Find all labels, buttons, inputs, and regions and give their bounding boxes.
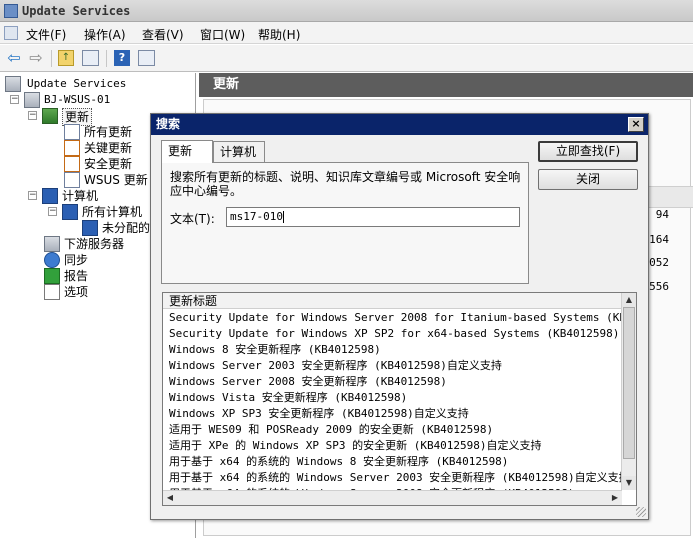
result-row[interactable]: 用于基于 x64 的系统的 Windows 8 安全更新程序 (KB401259…	[163, 454, 622, 470]
menu-file[interactable]: 文件(F)	[26, 26, 66, 43]
report-icon	[44, 268, 60, 284]
search-description: 搜索所有更新的标题、说明、知识库文章编号或 Microsoft 安全响应中心编号…	[170, 170, 521, 198]
pane-header: 更新	[199, 73, 693, 97]
result-row[interactable]: Windows Vista 安全更新程序 (KB4012598)	[163, 390, 622, 406]
document-icon	[64, 124, 80, 140]
result-row[interactable]: Windows XP SP3 安全更新程序 (KB4012598)自定义支持	[163, 406, 622, 422]
text-field-label: 文本(T):	[170, 212, 215, 226]
tree-node-label: 下游服务器	[64, 237, 125, 251]
collapse-icon[interactable]: −	[48, 207, 57, 216]
system-menu-icon[interactable]	[4, 26, 18, 40]
scroll-left-icon[interactable]: ◀	[163, 491, 177, 505]
search-dialog: 搜索 × 更新 计算机 搜索所有更新的标题、说明、知识库文章编号或 Micros…	[150, 113, 649, 520]
menu-action[interactable]: 操作(A)	[84, 26, 126, 43]
menu-view[interactable]: 查看(V)	[142, 26, 184, 43]
toolbar: ⇦ ⇨ ↑ ?	[0, 45, 693, 72]
tab-updates[interactable]: 更新	[161, 140, 213, 163]
menubar: 文件(F) 操作(A) 查看(V) 窗口(W) 帮助(H)	[0, 22, 693, 44]
tree-node-label: 同步	[64, 253, 89, 267]
security-update-icon	[64, 156, 80, 172]
dialog-title: 搜索	[151, 114, 648, 135]
results-list: 更新标题 Security Update for Windows Server …	[162, 292, 637, 506]
updates-icon	[42, 108, 58, 124]
menu-help[interactable]: 帮助(H)	[258, 26, 300, 43]
close-button[interactable]: 关闭	[538, 169, 638, 190]
result-row[interactable]: Windows 8 安全更新程序 (KB4012598)	[163, 342, 622, 358]
result-row[interactable]: 适用于 XPe 的 Windows XP SP3 的安全更新 (KB401259…	[163, 438, 622, 454]
collapse-icon[interactable]: −	[28, 111, 37, 120]
search-input[interactable]: ms17-010	[226, 207, 520, 227]
scroll-down-icon[interactable]: ▼	[622, 476, 636, 490]
vertical-scrollbar[interactable]: ▲ ▼	[621, 293, 636, 490]
result-row[interactable]: Windows Server 2008 安全更新程序 (KB4012598)	[163, 374, 622, 390]
computers-icon	[42, 188, 58, 204]
tree-node-label: 所有计算机	[82, 205, 143, 219]
window-titlebar: Update Services	[0, 0, 693, 22]
sync-icon	[44, 252, 60, 268]
tab-panel: 搜索所有更新的标题、说明、知识库文章编号或 Microsoft 安全响应中心编号…	[161, 162, 529, 284]
toolbar-divider	[51, 50, 52, 67]
result-row[interactable]: Security Update for Windows XP SP2 for x…	[163, 326, 622, 342]
column-header	[644, 186, 693, 208]
results-column-header[interactable]: 更新标题	[163, 293, 622, 309]
computer-group-icon	[82, 220, 98, 236]
text-caret	[282, 211, 284, 223]
tree-node-label: 报告	[64, 269, 89, 283]
scroll-up-icon[interactable]: ▲	[622, 293, 636, 307]
collapse-icon[interactable]: −	[28, 191, 37, 200]
back-arrow-icon[interactable]: ⇦	[4, 49, 24, 67]
toolbar-divider	[106, 50, 107, 67]
tree-node-label: BJ-WSUS-01	[44, 93, 111, 106]
count-value: 556	[649, 280, 669, 293]
tree-node-label: 关键更新	[84, 141, 133, 155]
horizontal-scrollbar[interactable]: ◀ ▶	[163, 490, 622, 505]
document-icon	[64, 172, 80, 188]
tree-node-label: 计算机	[62, 189, 99, 203]
scroll-right-icon[interactable]: ▶	[608, 491, 622, 505]
server-icon	[24, 92, 40, 108]
scroll-thumb[interactable]	[623, 307, 635, 459]
result-row[interactable]: Windows Server 2003 安全更新程序 (KB4012598)自定…	[163, 358, 622, 374]
tree-node-label: 安全更新	[84, 157, 133, 171]
count-value: 164	[649, 233, 669, 246]
tree-node-root[interactable]: Update Services	[5, 76, 195, 92]
help-icon[interactable]: ?	[114, 50, 130, 66]
menu-window[interactable]: 窗口(W)	[200, 26, 245, 43]
critical-update-icon	[64, 140, 80, 156]
count-value: 052	[649, 256, 669, 269]
result-row[interactable]: Security Update for Windows Server 2008 …	[163, 310, 622, 326]
resize-grip-icon[interactable]	[636, 507, 646, 517]
find-now-button[interactable]: 立即查找(F)	[538, 141, 638, 162]
tab-computers[interactable]: 计算机	[213, 141, 265, 162]
count-value: 94	[655, 208, 669, 221]
tree-node-label: Update Services	[27, 77, 127, 90]
tree-node-server[interactable]: − BJ-WSUS-01	[10, 92, 195, 108]
window-title: Update Services	[22, 4, 131, 18]
result-row[interactable]: 用于基于 x64 的系统的 Windows Server 2003 安全更新程序…	[163, 470, 622, 486]
app-icon	[4, 4, 18, 18]
tree-node-label: WSUS 更新	[84, 173, 148, 187]
options-icon	[44, 284, 60, 300]
update-services-icon	[5, 76, 21, 92]
tree-node-label: 选项	[64, 285, 89, 299]
computer-group-icon	[62, 204, 78, 220]
tree-node-label: 所有更新	[84, 125, 133, 139]
search-input-value: ms17-010	[230, 210, 283, 223]
close-icon[interactable]: ×	[628, 117, 644, 132]
result-row[interactable]: 适用于 WES09 和 POSReady 2009 的安全更新 (KB40125…	[163, 422, 622, 438]
show-tree-icon[interactable]	[82, 50, 99, 66]
downstream-server-icon	[44, 236, 60, 252]
up-folder-icon[interactable]: ↑	[58, 50, 74, 66]
action-pane-icon[interactable]	[138, 50, 155, 66]
forward-arrow-icon[interactable]: ⇨	[26, 49, 46, 67]
collapse-icon[interactable]: −	[10, 95, 19, 104]
tree-node-label: 未分配的	[102, 221, 151, 235]
